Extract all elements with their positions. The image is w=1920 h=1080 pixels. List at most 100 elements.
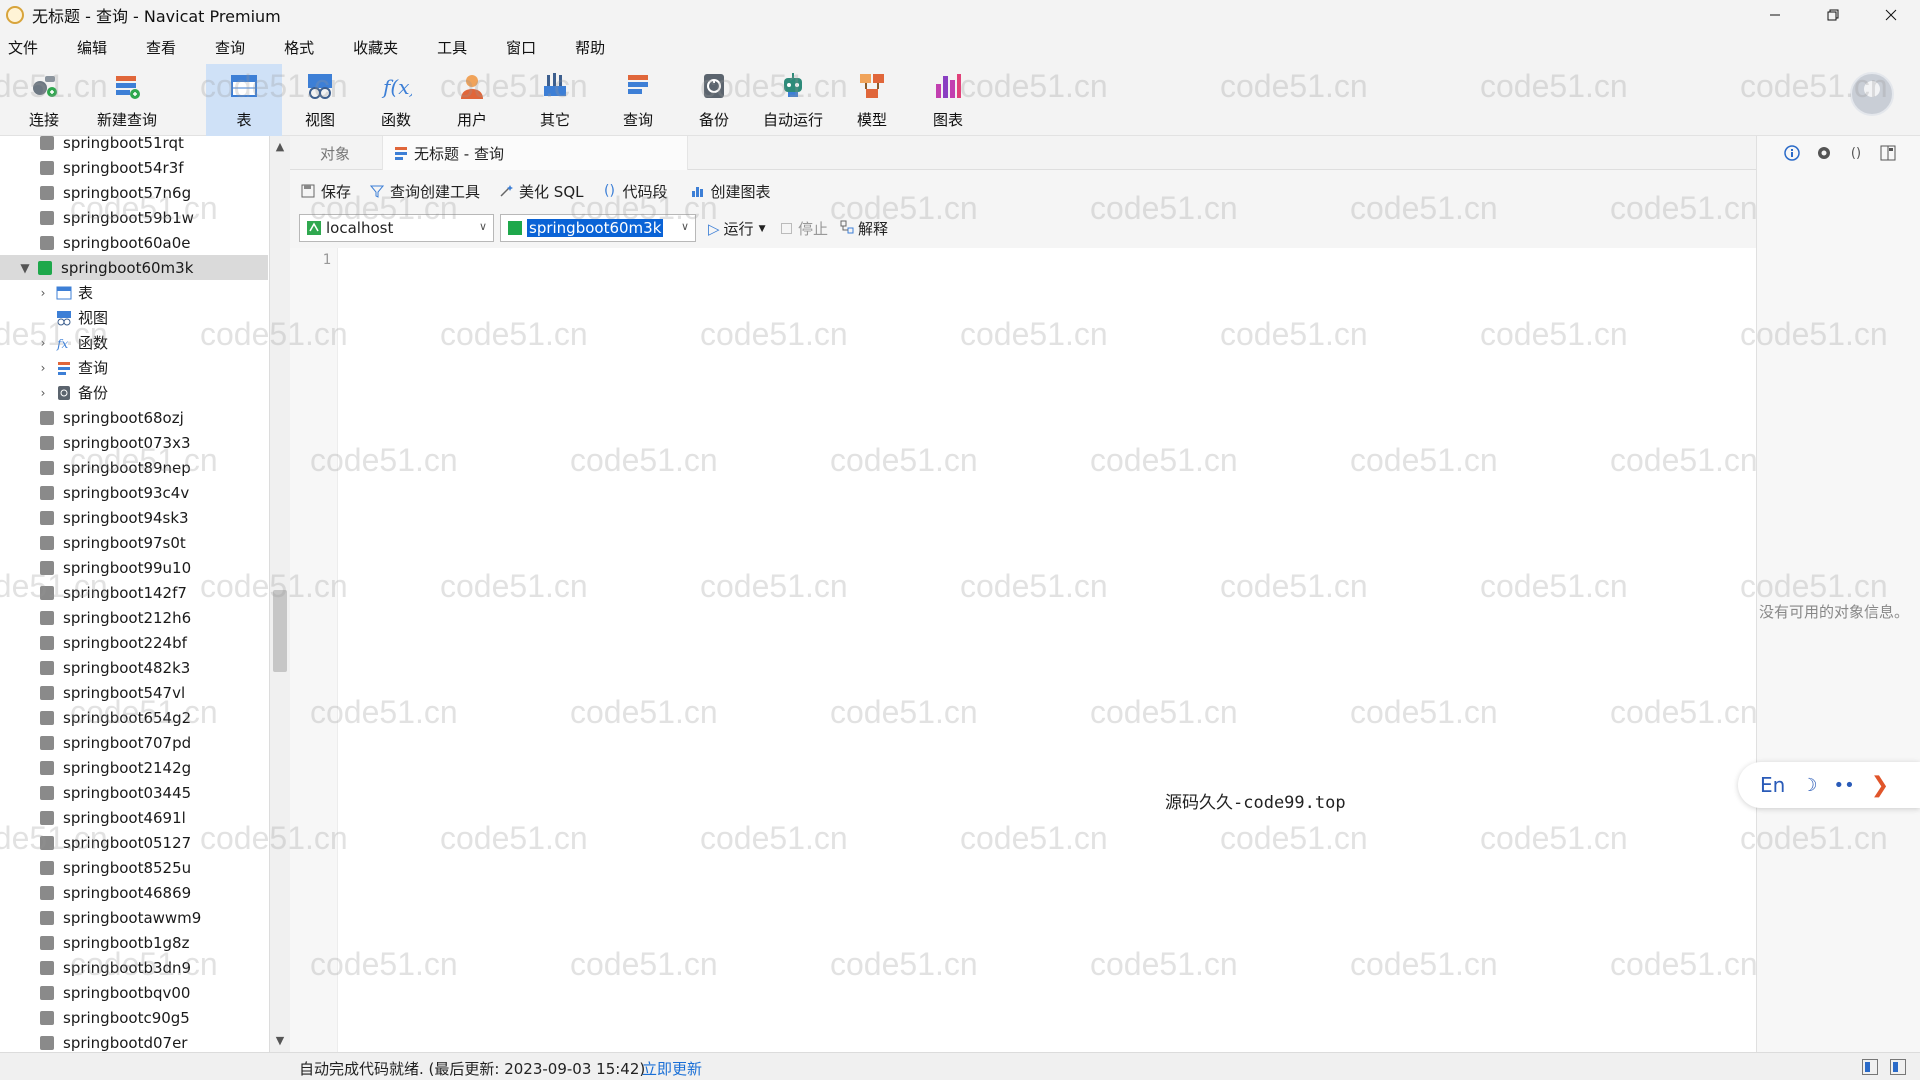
menu-view[interactable]: 查看 [138, 37, 193, 58]
tree-db-item[interactable]: springboot99u10 [0, 555, 268, 580]
tree-db-item[interactable]: springboot03445 [0, 780, 268, 805]
create-chart-button[interactable]: 创建图表 [690, 181, 771, 202]
tree-db-item[interactable]: springboot89nep [0, 455, 268, 480]
toolbar-other-button[interactable]: 其它 [510, 64, 600, 136]
tree-db-item[interactable]: springbootc90g5 [0, 1005, 268, 1030]
toolbar-table-button[interactable]: 表 [206, 64, 282, 136]
explain-button[interactable]: 解释 [840, 218, 888, 239]
beautify-sql-button[interactable]: 美化 SQL [498, 181, 584, 202]
tree-db-item[interactable]: springboot51rqt [0, 136, 268, 155]
tree-db-item[interactable]: springboot073x3 [0, 430, 268, 455]
tree-db-item[interactable]: springboot68ozj [0, 405, 268, 430]
auto-run-icon [776, 69, 810, 103]
toolbar-model-button[interactable]: 模型 [834, 64, 910, 136]
braces-icon[interactable]: () [1847, 144, 1865, 162]
query-builder-button[interactable]: 查询创建工具 [369, 181, 480, 202]
tree-node-tables[interactable]: › 表 [0, 280, 268, 305]
tree-node-views[interactable]: 视图 [0, 305, 268, 330]
menu-query[interactable]: 查询 [207, 37, 262, 58]
tree-db-item[interactable]: springbootbqv00 [0, 980, 268, 1005]
database-select[interactable]: springboot60m3k ∨ [500, 214, 696, 242]
chevron-right-icon[interactable]: ❯ [1871, 773, 1889, 798]
chevron-right-icon[interactable]: › [36, 386, 50, 400]
info-icon[interactable] [1783, 144, 1801, 162]
chevron-down-icon[interactable]: ▼ [759, 224, 766, 234]
tree-db-item[interactable]: springboot97s0t [0, 530, 268, 555]
toolbar-backup-button[interactable]: 备份 [676, 64, 752, 136]
tree-db-item[interactable]: springboot46869 [0, 880, 268, 905]
tree-db-item[interactable]: springboot707pd [0, 730, 268, 755]
tree-db-item[interactable]: springboot8525u [0, 855, 268, 880]
toolbar-user-button[interactable]: 用户 [434, 64, 510, 136]
restore-icon[interactable] [1804, 0, 1862, 30]
tree-node-functions[interactable]: › fx 函数 [0, 330, 268, 355]
menu-format[interactable]: 格式 [276, 37, 331, 58]
toolbar-function-button[interactable]: f(x) 函数 [358, 64, 434, 136]
menu-tools[interactable]: 工具 [429, 37, 484, 58]
connection-select[interactable]: localhost ∨ [299, 214, 494, 242]
tree-db-item[interactable]: springboot547vl [0, 680, 268, 705]
tree-db-item[interactable]: springboot482k3 [0, 655, 268, 680]
menu-favorites[interactable]: 收藏夹 [345, 37, 415, 58]
tree-db-item[interactable]: springboot142f7 [0, 580, 268, 605]
menu-edit[interactable]: 编辑 [69, 37, 124, 58]
tree-db-item[interactable]: springbootawwm9 [0, 905, 268, 930]
user-avatar[interactable] [1850, 72, 1894, 116]
chevron-down-icon[interactable]: ▼ [18, 261, 32, 275]
tree-db-item[interactable]: springbootd07er [0, 1030, 268, 1052]
chevron-right-icon[interactable]: › [36, 336, 50, 350]
update-now-link[interactable]: 立即更新 [642, 1058, 702, 1079]
tree-db-item[interactable]: springbootb1g8z [0, 930, 268, 955]
toolbar-new-query-button[interactable]: 新建查询 [88, 64, 166, 136]
panel-right-icon[interactable] [1890, 1059, 1906, 1075]
tree-db-item[interactable]: springboot05127 [0, 830, 268, 855]
run-button[interactable]: ▷ 运行 ▼ [708, 218, 765, 239]
tree-db-selected[interactable]: ▼ springboot60m3k [0, 255, 268, 280]
tree-db-item[interactable]: springbootb3dn9 [0, 955, 268, 980]
tree-db-item[interactable]: springboot2142g [0, 755, 268, 780]
database-icon [40, 185, 54, 200]
scrollbar-thumb[interactable] [273, 590, 287, 672]
ime-language[interactable]: En [1760, 773, 1785, 797]
panel-left-icon[interactable] [1862, 1059, 1878, 1075]
toolbar-auto-run-button[interactable]: 自动运行 [752, 64, 834, 136]
scroll-down-icon[interactable]: ▼ [270, 1034, 290, 1047]
close-icon[interactable] [1862, 0, 1920, 30]
tree-db-item[interactable]: springboot54r3f [0, 155, 268, 180]
tree-db-item[interactable]: springboot57n6g [0, 180, 268, 205]
tree-db-item[interactable]: springboot59b1w [0, 205, 268, 230]
tree-db-item[interactable]: springboot4691l [0, 805, 268, 830]
tree-node-backups[interactable]: › 备份 [0, 380, 268, 405]
toolbar-query-button[interactable]: 查询 [600, 64, 676, 136]
moon-icon[interactable]: ☽ [1801, 775, 1817, 796]
sidebar-scrollbar[interactable]: ▲ ▼ [270, 136, 290, 1052]
tree-db-item[interactable]: springboot94sk3 [0, 505, 268, 530]
menu-help[interactable]: 帮助 [567, 37, 622, 58]
chevron-right-icon[interactable]: › [36, 286, 50, 300]
save-button[interactable]: 保存 [300, 181, 351, 202]
settings-icon[interactable] [1815, 144, 1833, 162]
minimize-icon[interactable] [1746, 0, 1804, 30]
tree-db-item[interactable]: springboot93c4v [0, 480, 268, 505]
chevron-right-icon[interactable]: › [36, 361, 50, 375]
tree-db-item[interactable]: springboot654g2 [0, 705, 268, 730]
menu-file[interactable]: 文件 [0, 37, 55, 58]
toolbar-connect-button[interactable]: 连接 [0, 64, 88, 136]
tab-query[interactable]: 无标题 - 查询 [382, 136, 688, 170]
layout-icon[interactable] [1879, 144, 1897, 162]
stop-button[interactable]: 停止 [781, 218, 828, 239]
tree-db-item[interactable]: springboot60a0e [0, 230, 268, 255]
tab-objects[interactable]: 对象 [320, 136, 350, 170]
tree-node-queries[interactable]: › 查询 [0, 355, 268, 380]
tree-db-item[interactable]: springboot224bf [0, 630, 268, 655]
menu-window[interactable]: 窗口 [498, 37, 553, 58]
sql-editor[interactable]: 1 源码久久-code99.top [290, 248, 1756, 1052]
tree-db-item[interactable]: springboot212h6 [0, 605, 268, 630]
toolbar-chart-button[interactable]: 图表 [910, 64, 986, 136]
punctuation-icon[interactable]: •• [1833, 775, 1854, 796]
tree-db-label: springbootd07er [63, 1033, 188, 1052]
code-snippet-button[interactable]: () 代码段 [602, 181, 667, 202]
toolbar-view-button[interactable]: 视图 [282, 64, 358, 136]
scroll-up-icon[interactable]: ▲ [270, 140, 290, 153]
ime-toolbar[interactable]: En ☽ •• ❯ [1738, 762, 1920, 808]
